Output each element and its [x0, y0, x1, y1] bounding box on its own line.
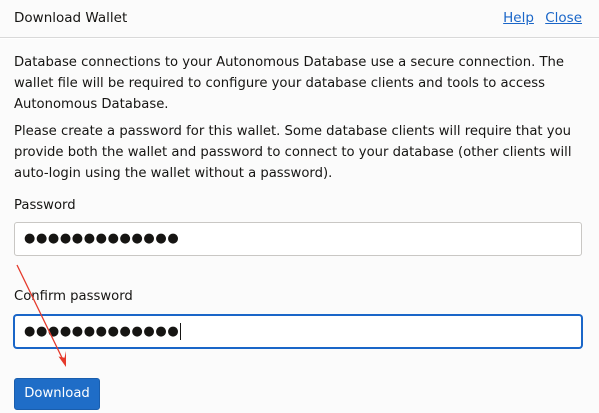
text-caret: [180, 323, 182, 340]
password-input[interactable]: ●●●●●●●●●●●●●: [14, 222, 582, 256]
password-masked-value: ●●●●●●●●●●●●●: [24, 231, 180, 246]
description-paragraph: Database connections to your Autonomous …: [14, 55, 565, 112]
download-wallet-dialog: Download Wallet Help Close Database conn…: [0, 0, 599, 413]
dialog-title: Download Wallet: [14, 10, 128, 26]
dialog-body: Database connections to your Autonomous …: [0, 39, 599, 413]
help-link[interactable]: Help: [503, 10, 534, 26]
confirm-password-input[interactable]: ●●●●●●●●●●●●●: [14, 315, 582, 348]
download-button[interactable]: Download: [14, 378, 100, 410]
password-instructions-paragraph: Please create a password for this wallet…: [14, 124, 572, 181]
confirm-password-masked-value: ●●●●●●●●●●●●●: [24, 324, 180, 339]
header-links: Help Close: [496, 10, 582, 26]
confirm-password-label: Confirm password: [14, 289, 133, 304]
password-label: Password: [14, 198, 76, 213]
close-link[interactable]: Close: [545, 10, 582, 26]
dialog-header: Download Wallet Help Close: [0, 0, 599, 38]
